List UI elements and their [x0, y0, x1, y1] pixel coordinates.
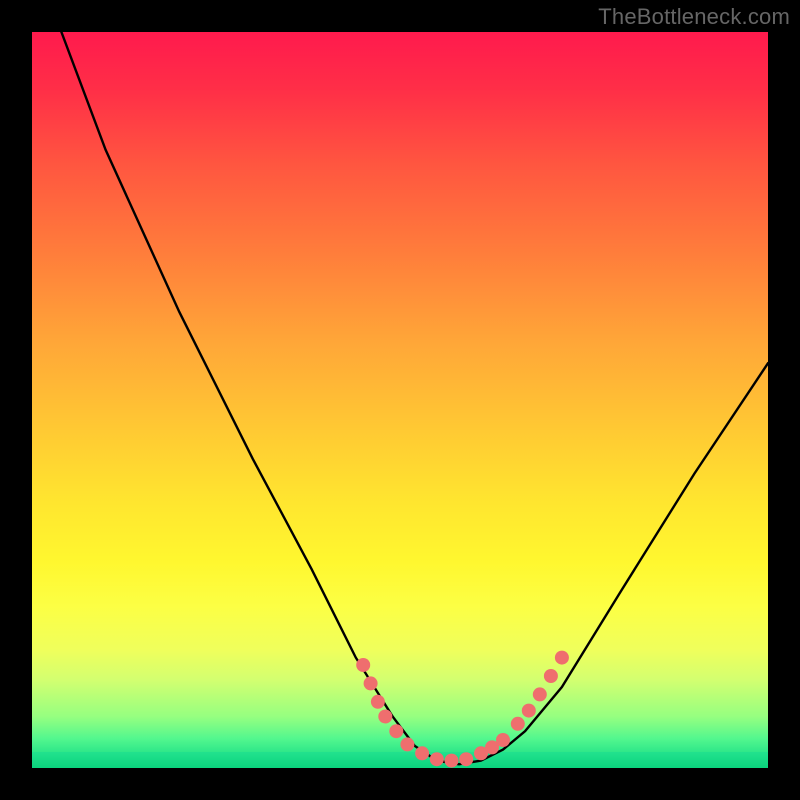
highlight-dot	[371, 695, 385, 709]
highlight-dot	[544, 669, 558, 683]
bottleneck-curve-line	[61, 32, 768, 764]
highlight-dot	[356, 658, 370, 672]
highlight-dot	[400, 737, 414, 751]
highlight-dot	[555, 651, 569, 665]
plot-area	[32, 32, 768, 768]
highlight-dot	[430, 752, 444, 766]
highlight-dot	[389, 724, 403, 738]
chart-frame: TheBottleneck.com	[0, 0, 800, 800]
highlight-dot	[496, 733, 510, 747]
highlight-dot	[378, 710, 392, 724]
highlight-dot	[364, 676, 378, 690]
highlight-dot	[511, 717, 525, 731]
watermark-label: TheBottleneck.com	[598, 4, 790, 30]
highlight-dot	[522, 704, 536, 718]
highlight-dot	[445, 754, 459, 768]
chart-svg	[32, 32, 768, 768]
highlight-dot	[415, 746, 429, 760]
highlight-dot	[533, 687, 547, 701]
highlight-dot	[459, 752, 473, 766]
